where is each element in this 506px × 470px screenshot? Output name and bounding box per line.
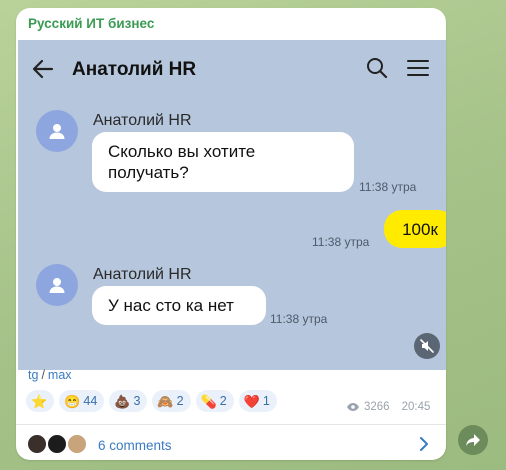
mute-button[interactable] xyxy=(414,333,440,359)
user-icon xyxy=(49,124,65,139)
search-icon[interactable] xyxy=(366,57,388,79)
incoming-message[interactable]: У нас сто ка нет xyxy=(92,286,266,325)
sender-name: Анатолий HR xyxy=(93,266,192,283)
message-time: 11:38 утра xyxy=(270,312,328,326)
reaction-star[interactable]: ⭐ xyxy=(26,390,55,412)
post-meta: 3266 20:45 xyxy=(346,401,430,413)
message-time: 11:38 утра xyxy=(312,235,370,249)
reaction-poop[interactable]: 💩 3 xyxy=(109,390,148,412)
view-count: 3266 xyxy=(364,401,390,413)
poop-icon: 💩 xyxy=(114,393,131,409)
tag-link-tg[interactable]: tg xyxy=(28,368,38,382)
user-icon xyxy=(49,278,65,293)
commenter-avatar xyxy=(46,433,68,455)
reaction-count: 2 xyxy=(219,394,227,408)
message-time: 11:38 утра xyxy=(359,180,417,194)
channel-name[interactable]: Русский ИТ бизнес xyxy=(28,16,154,31)
heart-icon: ❤️ xyxy=(243,393,260,409)
incoming-message[interactable]: Сколько вы хотите получать? xyxy=(92,132,354,192)
muted-speaker-icon xyxy=(420,339,434,353)
grinning-face-icon: 😁 xyxy=(64,393,81,409)
reaction-monkey[interactable]: 🙈 2 xyxy=(152,390,191,412)
reaction-heart[interactable]: ❤️ 1 xyxy=(238,390,277,412)
commenter-avatar xyxy=(66,433,88,455)
channel-post: Русский ИТ бизнес Анатолий HR Анатолий H… xyxy=(16,8,446,460)
back-arrow-icon[interactable] xyxy=(32,58,54,80)
forward-button[interactable] xyxy=(458,425,488,455)
reaction-count: 3 xyxy=(133,394,141,408)
tag-separator: / xyxy=(41,368,45,382)
pill-icon: 💊 xyxy=(200,393,217,409)
reaction-count: 44 xyxy=(83,394,98,408)
post-screenshot[interactable]: Анатолий HR Анатолий HR Сколько вы хотит… xyxy=(18,40,446,370)
forward-arrow-icon xyxy=(466,434,480,446)
see-no-evil-monkey-icon: 🙈 xyxy=(157,393,174,409)
chevron-right-icon xyxy=(420,437,428,451)
reaction-count: 2 xyxy=(176,394,184,408)
eye-icon xyxy=(347,403,359,411)
post-hashtags: tg / max xyxy=(28,368,72,382)
menu-icon[interactable] xyxy=(407,59,429,77)
commenter-avatar xyxy=(26,433,48,455)
comments-label: 6 comments xyxy=(98,438,172,453)
star-icon: ⭐ xyxy=(31,393,48,409)
outgoing-message[interactable]: 100к xyxy=(384,210,446,248)
avatar xyxy=(36,264,78,306)
reaction-grin[interactable]: 😁 44 xyxy=(59,390,105,412)
post-time: 20:45 xyxy=(401,401,431,413)
tag-link-max[interactable]: max xyxy=(48,368,72,382)
reaction-pill[interactable]: 💊 2 xyxy=(195,390,234,412)
avatar xyxy=(36,110,78,152)
chat-title: Анатолий HR xyxy=(72,59,197,80)
reaction-count: 1 xyxy=(262,394,270,408)
reactions-bar: ⭐ 😁 44 💩 3 🙈 2 💊 2 ❤️ 1 xyxy=(26,390,277,412)
comments-button[interactable]: 6 comments xyxy=(16,425,446,460)
sender-name: Анатолий HR xyxy=(93,112,192,129)
chat-header: Анатолий HR xyxy=(18,40,446,98)
